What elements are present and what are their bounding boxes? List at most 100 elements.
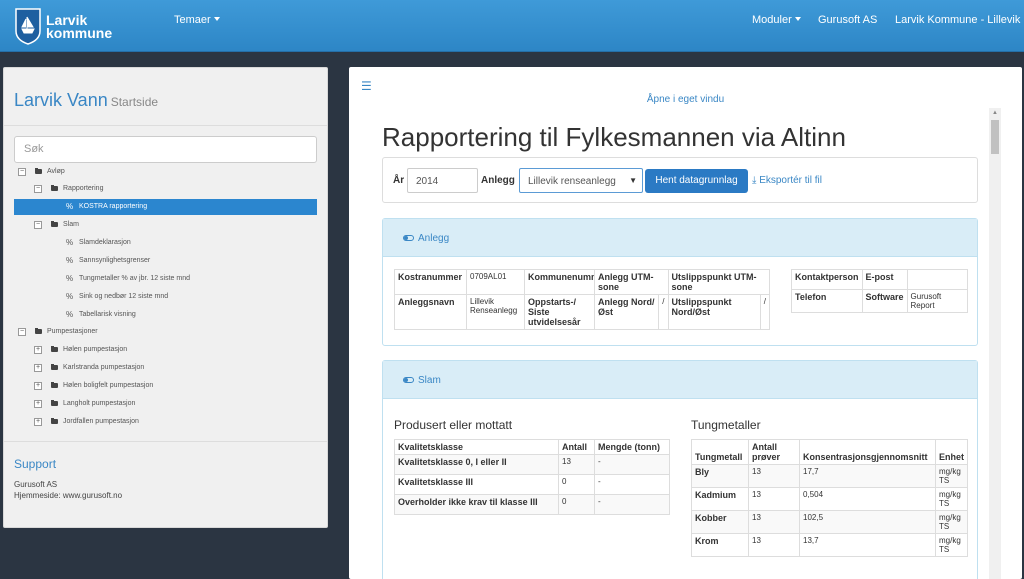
scrollbar[interactable]: ▲ — [989, 108, 1001, 579]
kostranummer-value: 0709AL01 — [466, 269, 525, 295]
table-cell: 13 — [558, 454, 595, 475]
tree-label: Hølen pumpestasjon — [63, 346, 128, 353]
open-in-window-link[interactable]: Åpne i eget vindu — [349, 94, 1022, 105]
tree-item-slam[interactable]: − Slam — [14, 217, 317, 233]
folder-icon — [51, 418, 58, 424]
table-row: Kadmium 13 0,504 mg/kg TS — [691, 487, 969, 511]
fetch-data-button[interactable]: Hent datagrunnlag — [645, 169, 748, 193]
caret-down-icon — [213, 17, 220, 21]
tree-item-jordfallen[interactable]: + Jordfallen pumpestasjon — [14, 414, 317, 430]
menu-company[interactable]: Gurusoft AS — [818, 14, 877, 26]
scrollbar-thumb[interactable] — [991, 120, 999, 154]
sidebar: Larvik Vann Startside Søk − Avløp − Rappo… — [3, 67, 328, 528]
larvik-logo-icon[interactable] — [14, 7, 42, 45]
table-cell: 13 — [748, 487, 800, 511]
collapse-icon[interactable]: − — [34, 221, 42, 229]
folder-icon — [51, 346, 58, 352]
scroll-up-arrow-icon[interactable]: ▲ — [992, 110, 998, 116]
tree-item-langholt[interactable]: + Langholt pumpestasjon — [14, 396, 317, 412]
folder-icon — [51, 185, 58, 191]
link-icon: % — [66, 256, 74, 265]
tree-label: Tungmetaller % av jbr. 12 siste mnd — [79, 275, 191, 282]
expand-icon[interactable]: + — [34, 382, 42, 390]
export-link[interactable]: ⤓ Eksportér til fil — [752, 175, 822, 186]
tungmetaller-title: Tungmetaller — [691, 418, 761, 432]
link-icon: % — [66, 238, 74, 247]
collapse-icon[interactable]: − — [18, 328, 26, 336]
tree-label: Jordfallen pumpestasjon — [63, 418, 139, 425]
nordost-label: Anlegg Nord/ Øst — [593, 294, 660, 330]
table-cell: - — [594, 474, 670, 495]
tung-header: Antall prøver — [748, 439, 800, 465]
contact-table: Kontaktperson E-post Telefon Software Gu… — [791, 269, 969, 313]
kostranummer-label: Kostranummer — [394, 269, 467, 295]
produsert-header: Mengde (tonn) — [594, 439, 670, 455]
collapse-icon[interactable]: − — [34, 185, 42, 193]
table-cell: Kvalitetsklasse 0, I eller II — [394, 454, 559, 475]
menu-user[interactable]: Larvik Kommune - Lillevik — [895, 14, 1020, 26]
tree-item-holen[interactable]: + Hølen pumpestasjon — [14, 342, 317, 358]
table-cell: mg/kg TS — [934, 510, 969, 534]
table-row: Kvalitetsklasse III 0 - — [394, 474, 670, 495]
page-title: Rapportering til Fylkesmannen via Altinn — [382, 122, 846, 152]
table-cell: 17,7 — [799, 464, 936, 488]
tree-item-pumpestasjoner[interactable]: − Pumpestasjoner — [14, 324, 317, 340]
folder-icon — [35, 168, 42, 174]
sidebar-title[interactable]: Larvik Vann — [14, 90, 108, 110]
table-cell: Kobber — [691, 510, 749, 534]
support-website[interactable]: Hjemmeside: www.gurusoft.no — [14, 490, 317, 501]
table-cell: Kadmium — [691, 487, 749, 511]
logo-text[interactable]: Larvik kommune — [46, 13, 112, 40]
report-form: År 2014 Anlegg Lillevik renseanlegg ▼ He… — [382, 157, 978, 203]
tree-item-kostra-rapportering[interactable]: % KOSTRA rapportering — [14, 199, 317, 215]
tree-item-tungmetaller[interactable]: % Tungmetaller % av jbr. 12 siste mnd — [14, 271, 317, 287]
tree-label: Pumpestasjoner — [47, 328, 98, 335]
expand-icon[interactable]: + — [34, 400, 42, 408]
tree-label: Avløp — [47, 168, 65, 175]
expand-icon[interactable]: + — [34, 364, 42, 372]
table-row: Kvalitetsklasse 0, I eller II 13 - — [394, 454, 670, 475]
table-row: Kobber 13 102,5 mg/kg TS — [691, 510, 969, 534]
main-content: ☰ Åpne i eget vindu ▲ Rapportering til F… — [349, 67, 1022, 579]
table-cell: 13 — [748, 533, 800, 557]
table-cell: 0 — [558, 494, 595, 515]
menu-moduler[interactable]: Moduler — [752, 14, 801, 26]
tree-item-avlop[interactable]: − Avløp — [14, 164, 317, 180]
software-label: Software — [861, 289, 908, 313]
folder-icon — [35, 328, 42, 334]
collapse-icon[interactable]: − — [18, 168, 26, 176]
expand-icon[interactable]: + — [34, 346, 42, 354]
tree-item-karlstranda[interactable]: + Karlstranda pumpestasjon — [14, 360, 317, 376]
plant-select[interactable]: Lillevik renseanlegg ▼ — [519, 168, 643, 193]
table-cell: mg/kg TS — [934, 464, 969, 488]
tree-label: Hølen boligfelt pumpestasjon — [63, 382, 154, 389]
tree-item-holen-boligfelt[interactable]: + Hølen boligfelt pumpestasjon — [14, 378, 317, 394]
plant-label: Anlegg — [481, 175, 515, 186]
tree-item-sannsynlighetsgrenser[interactable]: % Sannsynlighetsgrenser — [14, 253, 317, 269]
utm-sone-label: Anlegg UTM-sone — [594, 269, 669, 295]
tree-item-sink-nedbor[interactable]: % Sink og nedbør 12 siste mnd — [14, 289, 317, 305]
produsert-table: Kvalitetsklasse Antall Mengde (tonn) Kva… — [394, 439, 670, 515]
link-icon: % — [66, 202, 74, 211]
anlegg-panel-title: Anlegg — [418, 233, 450, 244]
sidebar-subtitle: Startside — [110, 95, 159, 109]
menu-temaer[interactable]: Temaer — [174, 14, 220, 26]
expand-icon[interactable]: + — [34, 418, 42, 426]
tree-item-rapportering[interactable]: − Rapportering — [14, 181, 317, 197]
anlegg-table: Kostranummer 0709AL01 Kommunenummer Anle… — [394, 269, 771, 330]
year-input[interactable]: 2014 — [407, 168, 478, 193]
table-cell: 102,5 — [799, 510, 936, 534]
menu-toggle-icon[interactable]: ☰ — [361, 79, 372, 93]
slam-panel-header[interactable]: Slam — [383, 361, 977, 399]
utslipp-nordost-value: / — [759, 294, 771, 330]
tree-item-tabellarisk[interactable]: % Tabellarisk visning — [14, 307, 317, 323]
year-label: År — [393, 175, 405, 186]
table-cell: 13 — [748, 464, 800, 488]
search-input[interactable]: Søk — [14, 136, 317, 163]
table-cell: 13 — [748, 510, 800, 534]
tree-item-slamdeklarasjon[interactable]: % Slamdeklarasjon — [14, 235, 317, 251]
support-title: Support — [14, 457, 57, 471]
anlegg-panel-header[interactable]: Anlegg — [383, 219, 977, 257]
kommunenummer-label: Kommunenummer — [524, 269, 595, 295]
table-row: Krom 13 13,7 mg/kg TS — [691, 533, 969, 557]
